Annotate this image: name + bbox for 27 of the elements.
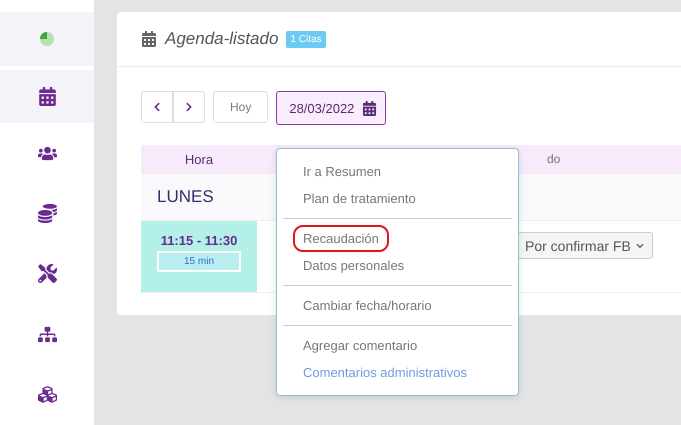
tools-icon <box>38 264 56 284</box>
menu-item[interactable]: Recaudación <box>293 225 389 252</box>
menu-item[interactable]: Plan de tratamiento <box>303 191 416 206</box>
today-button[interactable]: Hoy <box>213 91 268 123</box>
column-header: Hora <box>184 152 214 166</box>
chevron-right-icon <box>184 102 194 112</box>
status-dropdown[interactable]: Por confirmar FB <box>516 232 653 259</box>
menu-item[interactable]: Cambiar fecha/horario <box>303 298 432 313</box>
date-picker[interactable]: 28/03/2022 <box>276 91 386 125</box>
caret-icon <box>636 242 644 250</box>
cubes-icon <box>38 385 56 404</box>
sitemap-icon <box>38 324 56 344</box>
pie-chart-icon <box>39 31 55 48</box>
duration-tag: 15 min <box>157 251 241 272</box>
menu-item[interactable]: Datos personales <box>303 258 404 273</box>
column-header: do <box>547 152 560 166</box>
time-range: 11:15 - 11:30 <box>160 233 238 248</box>
menu-link[interactable]: Comentarios administrativos <box>303 365 468 380</box>
panel-title: Agenda-listado <box>165 29 278 49</box>
count-badge: 1 Citas <box>286 30 326 48</box>
menu-item[interactable]: Agregar comentario <box>303 338 418 353</box>
calendar-icon <box>38 87 56 106</box>
sidebar-item[interactable] <box>0 70 94 123</box>
calendar-icon <box>362 100 378 116</box>
coins-icon <box>38 204 56 223</box>
calendar-icon <box>141 31 157 47</box>
chevron-left-icon <box>152 102 162 112</box>
